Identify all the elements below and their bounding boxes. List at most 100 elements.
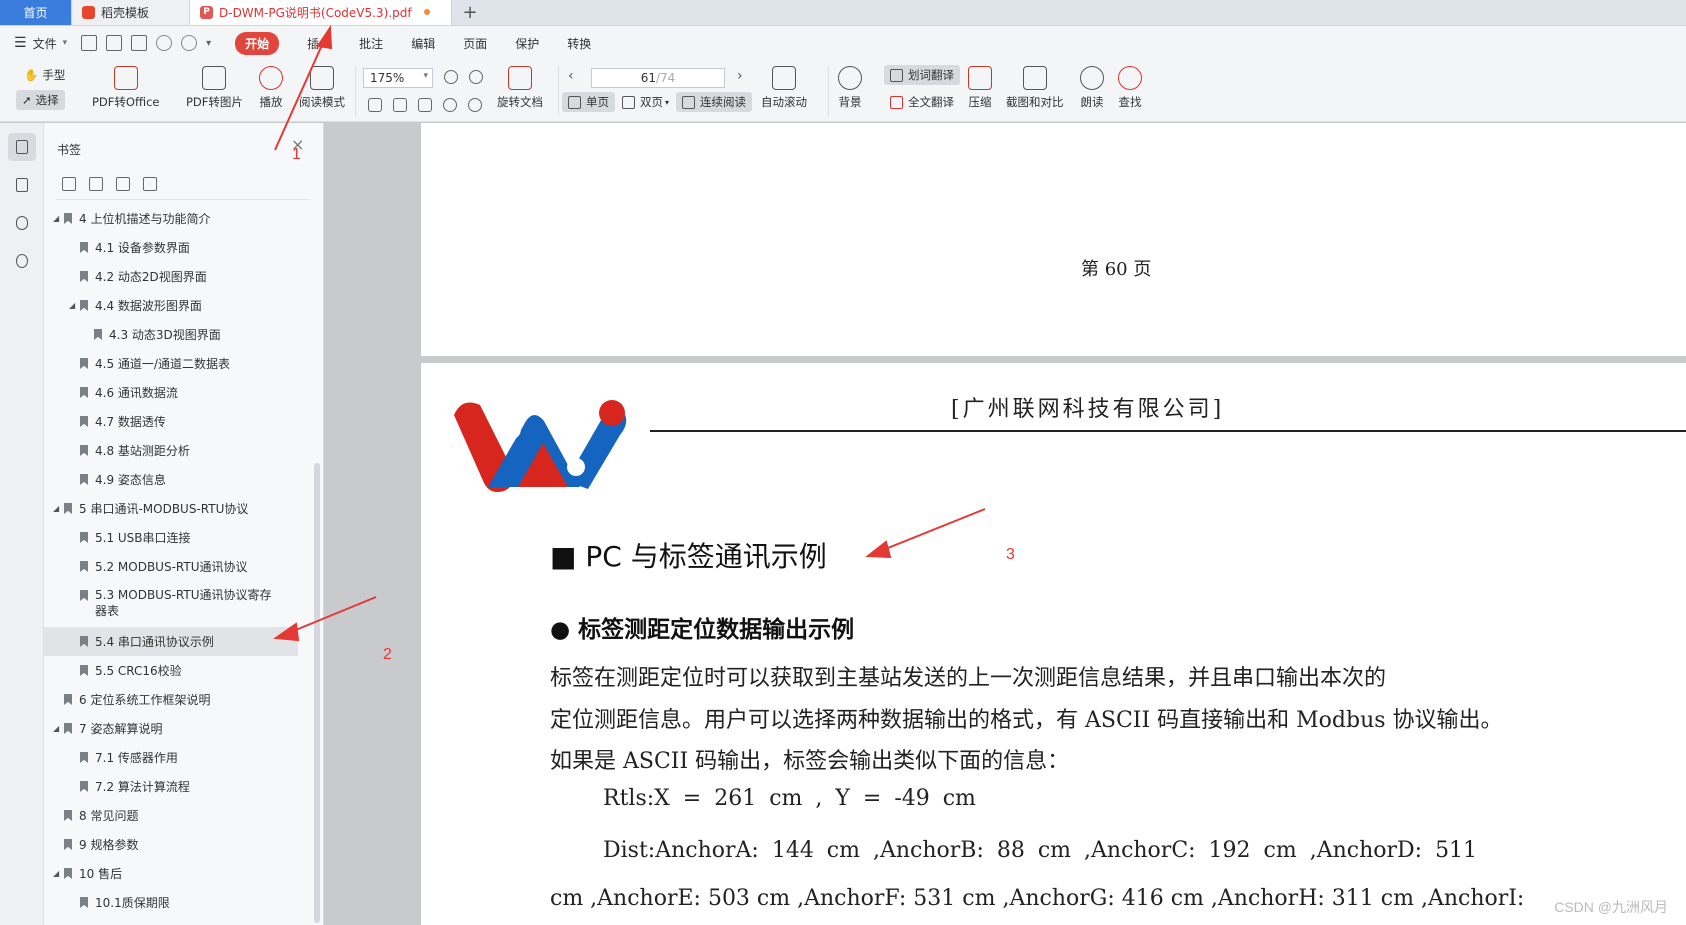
moon-icon	[838, 66, 862, 90]
open-folder-icon[interactable]	[81, 35, 98, 51]
bookmark-panel-button[interactable]	[7, 133, 36, 161]
read-mode-button[interactable]: 阅读模式	[299, 66, 345, 110]
auto-scroll-icon	[772, 66, 796, 90]
menu-tab-convert[interactable]: 转换	[567, 35, 591, 52]
menu-tab-start[interactable]: 开始	[235, 31, 280, 55]
background-button[interactable]: 背景	[838, 66, 862, 110]
file-menu[interactable]: ☰ 文件 ▾	[14, 35, 67, 52]
bookmark-item[interactable]: 5.5 CRC16校验	[44, 656, 314, 685]
bookmark-item[interactable]: 4.9 姿态信息	[44, 465, 314, 494]
attachment-panel-button[interactable]	[8, 209, 36, 237]
bookmark-item[interactable]: 5.3 MODBUS-RTU通讯协议寄存器表	[44, 581, 314, 627]
tab-template[interactable]: 稻壳模板	[72, 0, 190, 25]
bookmark-item[interactable]: 7.2 算法计算流程	[44, 772, 314, 801]
bookmark-item[interactable]: 9 规格参数	[44, 830, 314, 859]
bookmark-item[interactable]: ◢ 5 串口通讯-MODBUS-RTU协议	[44, 494, 314, 523]
auto-scroll-button[interactable]: 自动滚动	[761, 66, 807, 110]
compress-button[interactable]: 压缩	[968, 66, 992, 110]
ribbon-divider	[828, 66, 829, 116]
microphone-icon	[1080, 66, 1104, 90]
expand-caret-icon[interactable]: ◢	[53, 214, 59, 223]
full-translate-button[interactable]: 全文翻译	[884, 92, 960, 112]
bookmark-item[interactable]: 7.1 传感器作用	[44, 743, 314, 772]
rotate-right-icon[interactable]	[468, 98, 482, 112]
remove-bookmark-icon[interactable]	[143, 177, 157, 191]
rotate-left-icon[interactable]	[443, 98, 457, 112]
bookmark-item[interactable]: 4.7 数据透传	[44, 407, 314, 436]
expand-caret-icon[interactable]: ◢	[53, 504, 59, 513]
bookmark-item[interactable]: 4.6 通讯数据流	[44, 378, 314, 407]
sidebar-rail	[0, 123, 44, 925]
bookmark-item[interactable]: 5.2 MODBUS-RTU通讯协议	[44, 552, 314, 581]
expand-caret-icon[interactable]: ◢	[69, 301, 75, 310]
single-page-button[interactable]: 单页	[562, 92, 615, 112]
bookmark-item[interactable]: 6 定位系统工作框架说明	[44, 685, 314, 714]
double-page-button[interactable]: 双页 ▾	[616, 92, 675, 112]
play-button[interactable]: 播放	[259, 66, 283, 110]
hand-icon: ✋	[24, 68, 39, 82]
fit-width-icon[interactable]	[418, 98, 432, 112]
redo-icon[interactable]	[181, 35, 198, 51]
collapse-all-icon[interactable]	[89, 177, 103, 191]
zoom-out-icon[interactable]	[444, 70, 458, 84]
pdf-to-image-button[interactable]: PDF转图片	[186, 66, 243, 110]
screenshot-compare-button[interactable]: 截图和对比	[1006, 66, 1064, 110]
quick-access-dropdown-icon[interactable]: ▾	[206, 38, 211, 49]
expand-all-icon[interactable]	[62, 177, 76, 191]
add-bookmark-icon[interactable]	[116, 177, 130, 191]
bookmark-item[interactable]: 5.1 USB串口连接	[44, 523, 314, 552]
expand-caret-icon[interactable]: ◢	[53, 869, 59, 878]
hand-tool-button[interactable]: ✋ 手型	[18, 65, 71, 85]
expand-caret-icon[interactable]: ◢	[53, 724, 59, 733]
undo-icon[interactable]	[156, 35, 173, 51]
bookmark-item[interactable]: ◢ 7 姿态解算说明	[44, 714, 314, 743]
bookmark-item[interactable]: 10.1质保期限	[44, 888, 314, 917]
find-button[interactable]: 查找	[1118, 66, 1142, 110]
read-aloud-button[interactable]: 朗读	[1080, 66, 1104, 110]
signature-panel-button[interactable]	[8, 247, 36, 275]
bookmark-icon	[80, 561, 88, 572]
word-translate-button[interactable]: 划词翻译	[884, 65, 960, 85]
tab-document[interactable]: P D-DWM-PG说明书(CodeV5.3).pdf	[190, 0, 452, 25]
next-page-icon[interactable]: ›	[737, 68, 743, 84]
ribbon-toolbar: ✋手型 ➚选择 PDF转Office PDF转图片 播放 阅读模式 175% 旋…	[0, 60, 1686, 122]
document-view[interactable]: 第 60 页 [广州联网科技有限公司] ■ PC 与标签通讯示例 ● 标签测距定…	[325, 123, 1686, 925]
bookmark-item[interactable]: 4.2 动态2D视图界面	[44, 262, 314, 291]
save-icon[interactable]	[106, 35, 123, 51]
zoom-select[interactable]: 175%	[363, 68, 433, 88]
menu-tab-annotate[interactable]: 批注	[359, 35, 383, 52]
fit-page-icon[interactable]	[393, 98, 407, 112]
select-tool-button[interactable]: ➚ 选择	[16, 90, 65, 110]
rotate-document-button[interactable]: 旋转文档	[497, 66, 543, 110]
bookmark-item[interactable]: 4.1 设备参数界面	[44, 233, 314, 262]
new-tab-button[interactable]: +	[452, 0, 488, 25]
bookmark-item[interactable]: ◢ 4.4 数据波形图界面	[44, 291, 314, 320]
panel-scrollbar[interactable]	[314, 463, 320, 923]
menu-tab-page[interactable]: 页面	[463, 35, 487, 52]
menu-tab-protect[interactable]: 保护	[515, 35, 539, 52]
bookmark-item[interactable]: 4.3 动态3D视图界面	[44, 320, 314, 349]
thumbnail-panel-button[interactable]	[8, 171, 36, 199]
zoom-in-icon[interactable]	[469, 70, 483, 84]
subsection-heading: ● 标签测距定位数据输出示例	[550, 617, 855, 643]
select-tool-label: 选择	[35, 93, 59, 107]
print-icon[interactable]	[131, 35, 148, 51]
page-number-input[interactable]: 61/74	[591, 68, 725, 88]
bookmark-item[interactable]: 4.5 通道一/通道二数据表	[44, 349, 314, 378]
bookmark-item[interactable]: ◢ 10 售后	[44, 859, 314, 888]
bookmark-item[interactable]: 5.4 串口通讯协议示例	[44, 627, 298, 656]
bookmark-item[interactable]: 8 常见问题	[44, 801, 314, 830]
menu-tab-insert[interactable]: 插入	[307, 35, 331, 52]
bookmark-label: 5.5 CRC16校验	[95, 664, 182, 678]
tab-home[interactable]: 首页	[0, 0, 72, 25]
bookmark-icon	[15, 140, 28, 154]
bookmark-item[interactable]: 4.8 基站测距分析	[44, 436, 314, 465]
bookmark-item[interactable]: ◢ 4 上位机描述与功能简介	[44, 204, 314, 233]
pdf-to-office-button[interactable]: PDF转Office	[92, 66, 159, 110]
bookmark-label: 5.1 USB串口连接	[95, 531, 191, 545]
menu-tab-edit[interactable]: 编辑	[411, 35, 435, 52]
continuous-read-button[interactable]: 连续阅读	[676, 92, 752, 112]
prev-page-icon[interactable]: ‹	[568, 68, 574, 84]
actual-size-icon[interactable]	[368, 98, 382, 112]
pdf-to-office-label: PDF转Office	[92, 95, 160, 109]
